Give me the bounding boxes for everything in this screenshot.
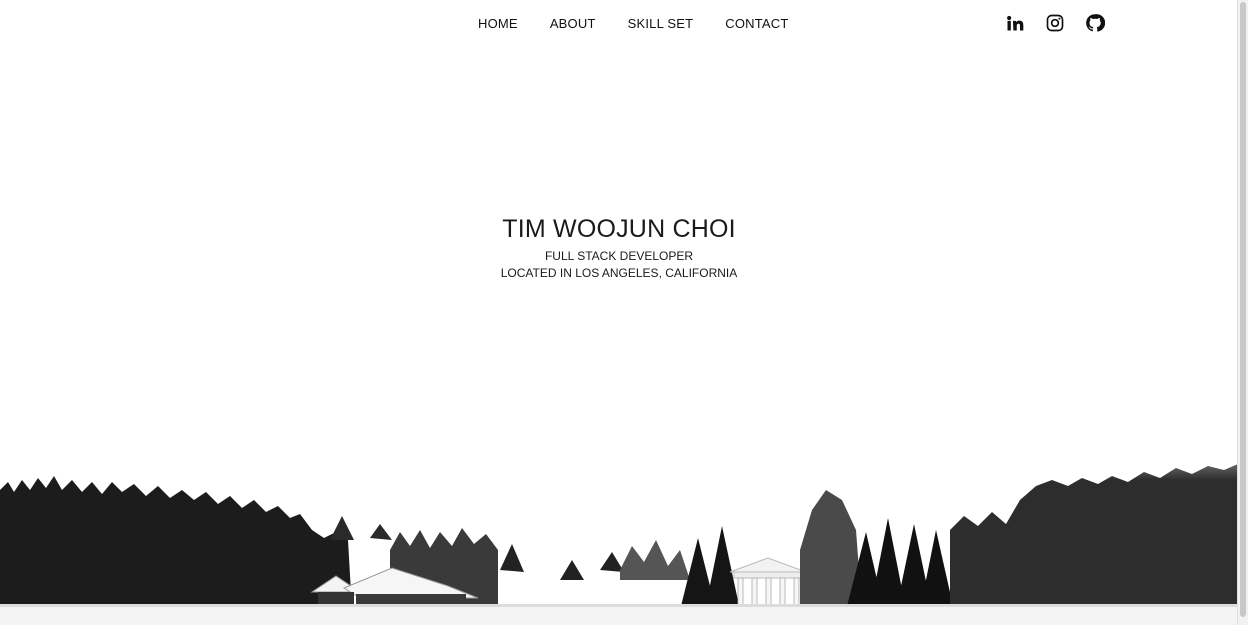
winter-landscape-image xyxy=(0,420,1238,625)
nav-link-skill-set[interactable]: SKILL SET xyxy=(628,16,694,32)
github-icon[interactable] xyxy=(1085,13,1105,33)
page: HOME ABOUT SKILL SET CONTACT TIM WOOJUN … xyxy=(0,0,1248,625)
scrollbar-thumb[interactable] xyxy=(1240,2,1246,617)
instagram-icon[interactable] xyxy=(1045,13,1065,33)
linkedin-icon[interactable] xyxy=(1005,13,1025,33)
hero: TIM WOOJUN CHOI FULL STACK DEVELOPER LOC… xyxy=(0,212,1238,282)
top-nav: HOME ABOUT SKILL SET CONTACT xyxy=(0,0,1238,48)
hero-name: TIM WOOJUN CHOI xyxy=(502,215,736,243)
nav-link-about[interactable]: ABOUT xyxy=(550,16,596,32)
vertical-scrollbar[interactable] xyxy=(1237,0,1248,625)
nav-link-contact[interactable]: CONTACT xyxy=(725,16,788,32)
hero-role: FULL STACK DEVELOPER xyxy=(544,249,694,263)
nav-links: HOME ABOUT SKILL SET CONTACT xyxy=(478,16,821,32)
social-links xyxy=(1005,13,1105,33)
hero-location: LOCATED IN LOS ANGELES, CALIFORNIA xyxy=(500,266,738,280)
nav-link-home[interactable]: HOME xyxy=(478,16,518,32)
